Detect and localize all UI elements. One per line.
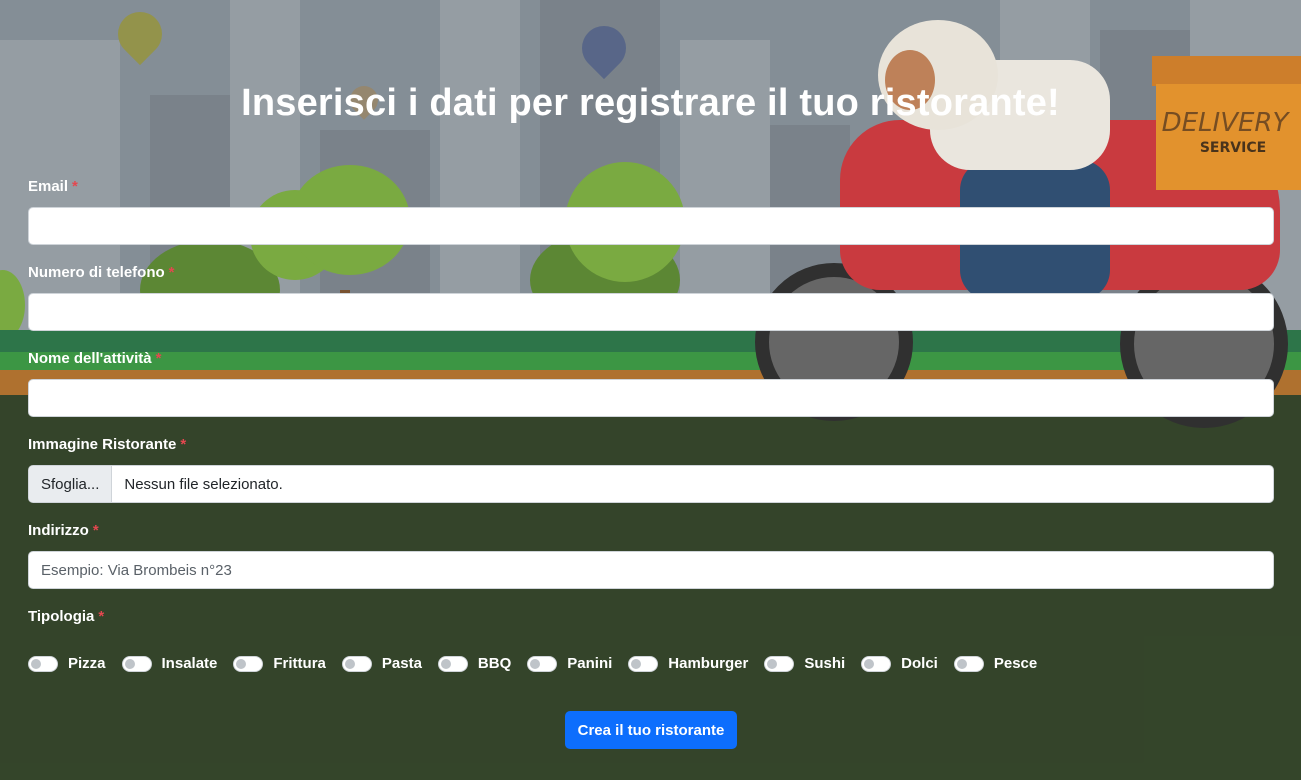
toggle-switch[interactable] bbox=[341, 655, 372, 672]
browse-button[interactable]: Sfoglia... bbox=[29, 466, 113, 502]
toggle-knob bbox=[124, 658, 135, 669]
email-field[interactable] bbox=[28, 207, 1274, 245]
category-panini[interactable]: Panini bbox=[527, 655, 612, 672]
category-label: Frittura bbox=[273, 655, 326, 672]
toggle-switch[interactable] bbox=[953, 655, 984, 672]
toggle-switch[interactable] bbox=[628, 655, 659, 672]
category-label: Pasta bbox=[381, 655, 422, 672]
image-file-input[interactable]: Sfoglia... Nessun file selezionato. bbox=[28, 465, 1274, 503]
toggle-switch[interactable] bbox=[121, 655, 152, 672]
required-marker: * bbox=[72, 178, 78, 195]
category-label: Pizza bbox=[68, 655, 106, 672]
toggle-switch[interactable] bbox=[28, 655, 58, 672]
image-label: Immagine Ristorante * bbox=[28, 436, 186, 453]
toggle-knob bbox=[31, 658, 41, 669]
phone-label-text: Numero di telefono bbox=[28, 264, 165, 281]
toggle-knob bbox=[956, 658, 967, 669]
required-marker: * bbox=[168, 264, 175, 281]
toggle-knob bbox=[631, 658, 642, 669]
category-pizza[interactable]: Pizza bbox=[28, 655, 106, 672]
toggle-knob bbox=[864, 658, 875, 669]
category-label: Hamburger bbox=[668, 655, 749, 672]
category-frittura[interactable]: Frittura bbox=[233, 655, 326, 672]
toggle-switch[interactable] bbox=[764, 655, 795, 672]
address-label: Indirizzo * bbox=[28, 522, 99, 539]
toggle-knob bbox=[440, 658, 451, 669]
address-field[interactable] bbox=[28, 551, 1274, 589]
business-name-label: Nome dell'attività * bbox=[28, 350, 161, 367]
toggle-switch[interactable] bbox=[233, 655, 264, 672]
required-marker: * bbox=[98, 608, 105, 625]
toggle-knob bbox=[236, 658, 247, 669]
category-sushi[interactable]: Sushi bbox=[764, 655, 845, 672]
category-bbq[interactable]: BBQ bbox=[437, 655, 512, 672]
business-name-field[interactable] bbox=[28, 379, 1274, 417]
toggle-knob bbox=[767, 658, 778, 669]
toggle-switch[interactable] bbox=[861, 655, 892, 672]
toggle-switch[interactable] bbox=[527, 655, 558, 672]
toggle-knob bbox=[344, 658, 355, 669]
category-label: Panini bbox=[567, 655, 613, 672]
email-label-text: Email bbox=[28, 178, 69, 195]
email-label: Email * bbox=[28, 178, 78, 195]
file-status: Nessun file selezionato. bbox=[124, 475, 283, 493]
address-label-text: Indirizzo bbox=[28, 522, 89, 539]
category-switches: Pizza Insalate Frittura Pasta BBQ Panini… bbox=[28, 655, 1053, 672]
required-marker: * bbox=[180, 436, 187, 453]
create-restaurant-button[interactable]: Crea il tuo ristorante bbox=[565, 711, 737, 749]
category-pesce[interactable]: Pesce bbox=[953, 655, 1038, 672]
type-label: Tipologia * bbox=[28, 608, 104, 625]
category-label: Dolci bbox=[901, 655, 938, 672]
category-hamburger[interactable]: Hamburger bbox=[628, 655, 748, 672]
toggle-knob bbox=[530, 658, 541, 669]
category-label: Insalate bbox=[161, 655, 218, 672]
phone-field[interactable] bbox=[28, 293, 1274, 331]
category-label: BBQ bbox=[477, 655, 512, 672]
category-insalate[interactable]: Insalate bbox=[121, 655, 218, 672]
category-pasta[interactable]: Pasta bbox=[341, 655, 422, 672]
type-label-text: Tipologia bbox=[28, 608, 95, 625]
phone-label: Numero di telefono * bbox=[28, 264, 175, 281]
toggle-switch[interactable] bbox=[437, 655, 468, 672]
required-marker: * bbox=[155, 350, 162, 367]
category-label: Sushi bbox=[804, 655, 846, 672]
category-label: Pesce bbox=[993, 655, 1038, 672]
category-dolci[interactable]: Dolci bbox=[861, 655, 938, 672]
page-title: Inserisci i dati per registrare il tuo r… bbox=[241, 82, 1060, 124]
image-label-text: Immagine Ristorante bbox=[28, 436, 177, 453]
business-name-label-text: Nome dell'attività bbox=[28, 350, 152, 367]
required-marker: * bbox=[92, 522, 99, 539]
